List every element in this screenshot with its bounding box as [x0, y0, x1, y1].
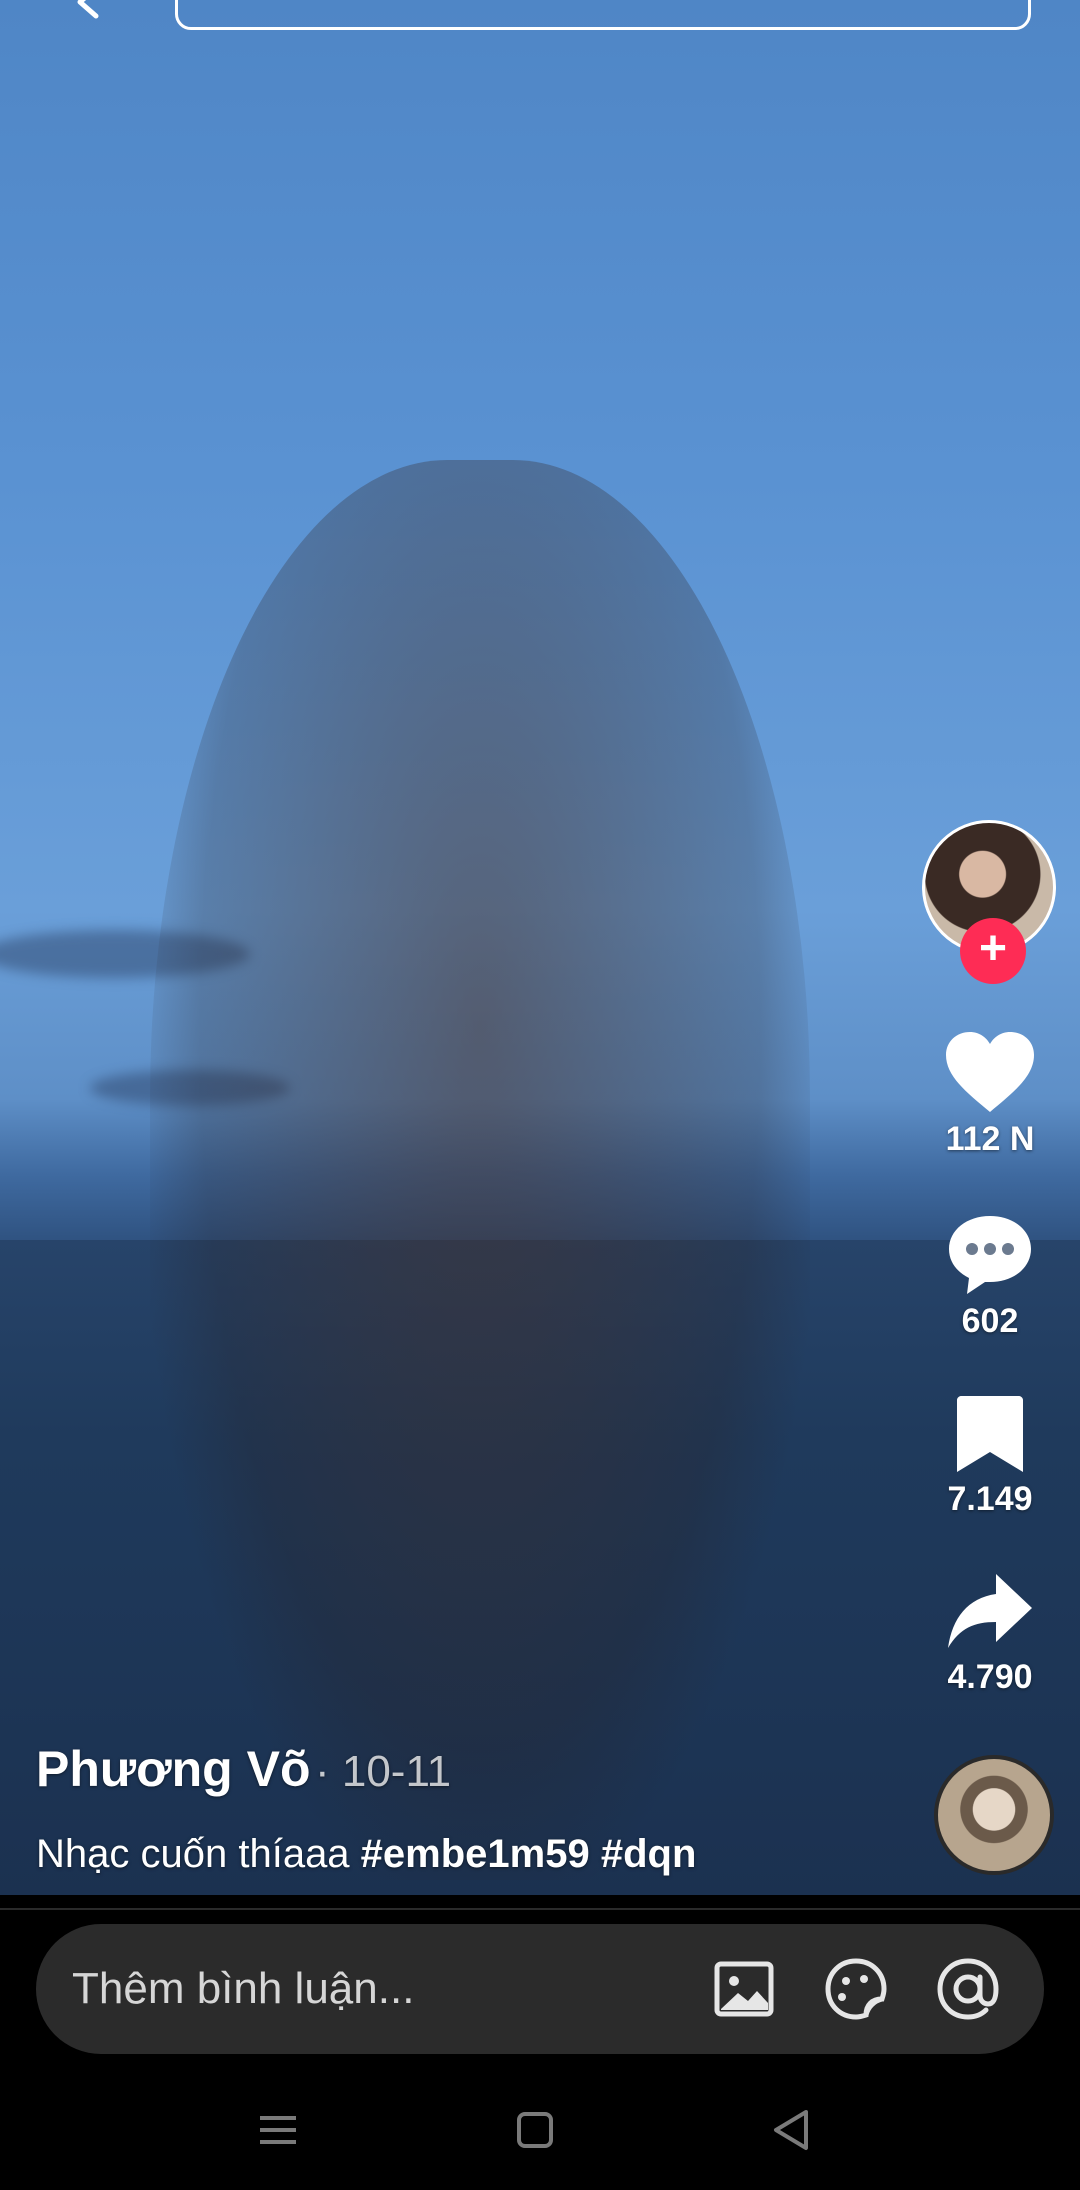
- bookmark-icon: [957, 1396, 1023, 1472]
- video-player[interactable]: [0, 0, 1080, 1895]
- like-button[interactable]: 112 N: [920, 1030, 1060, 1159]
- heart-icon: [946, 1032, 1034, 1112]
- like-count: 112 N: [945, 1120, 1035, 1158]
- back-arrow-icon[interactable]: [70, 0, 110, 22]
- follow-button[interactable]: +: [960, 918, 1026, 984]
- author-line: Phương Võ · 10-11: [36, 1740, 451, 1798]
- hashtag[interactable]: #embe1m59: [361, 1832, 590, 1876]
- sticker-icon[interactable]: [824, 1957, 888, 2021]
- search-input[interactable]: [175, 0, 1031, 30]
- image-icon[interactable]: [712, 1957, 776, 2021]
- home-square-icon[interactable]: [505, 2100, 565, 2160]
- caption-text: Nhạc cuốn thíaaa: [36, 1832, 361, 1876]
- hashtag[interactable]: #dqn: [601, 1832, 697, 1876]
- video-screen: + 112 N 602 7.149 4.790 Phương Võ · 10-1…: [0, 0, 1080, 2190]
- divider: [0, 1908, 1080, 1910]
- comment-input[interactable]: Thêm bình luận...: [36, 1924, 1044, 2054]
- post-date: · 10-11: [314, 1747, 452, 1796]
- menu-icon[interactable]: [248, 2100, 308, 2160]
- share-button[interactable]: 4.790: [920, 1570, 1060, 1697]
- save-count: 7.149: [947, 1480, 1033, 1518]
- at-sign-icon[interactable]: [936, 1957, 1000, 2021]
- comment-button[interactable]: 602: [920, 1212, 1060, 1341]
- video-subject: [150, 460, 810, 1880]
- comment-placeholder: Thêm bình luận...: [72, 1964, 415, 2013]
- post-caption: Nhạc cuốn thíaaa #embe1m59 #dqn: [36, 1832, 696, 1877]
- author-name[interactable]: Phương Võ: [36, 1741, 311, 1797]
- comment-count: 602: [961, 1302, 1019, 1340]
- back-triangle-icon[interactable]: [762, 2100, 822, 2160]
- comment-bubble-icon: [949, 1216, 1031, 1294]
- share-arrow-icon: [948, 1574, 1032, 1648]
- save-button[interactable]: 7.149: [920, 1394, 1060, 1519]
- music-disc[interactable]: [934, 1755, 1054, 1875]
- share-count: 4.790: [947, 1658, 1033, 1696]
- system-nav-bar: [0, 2080, 1080, 2190]
